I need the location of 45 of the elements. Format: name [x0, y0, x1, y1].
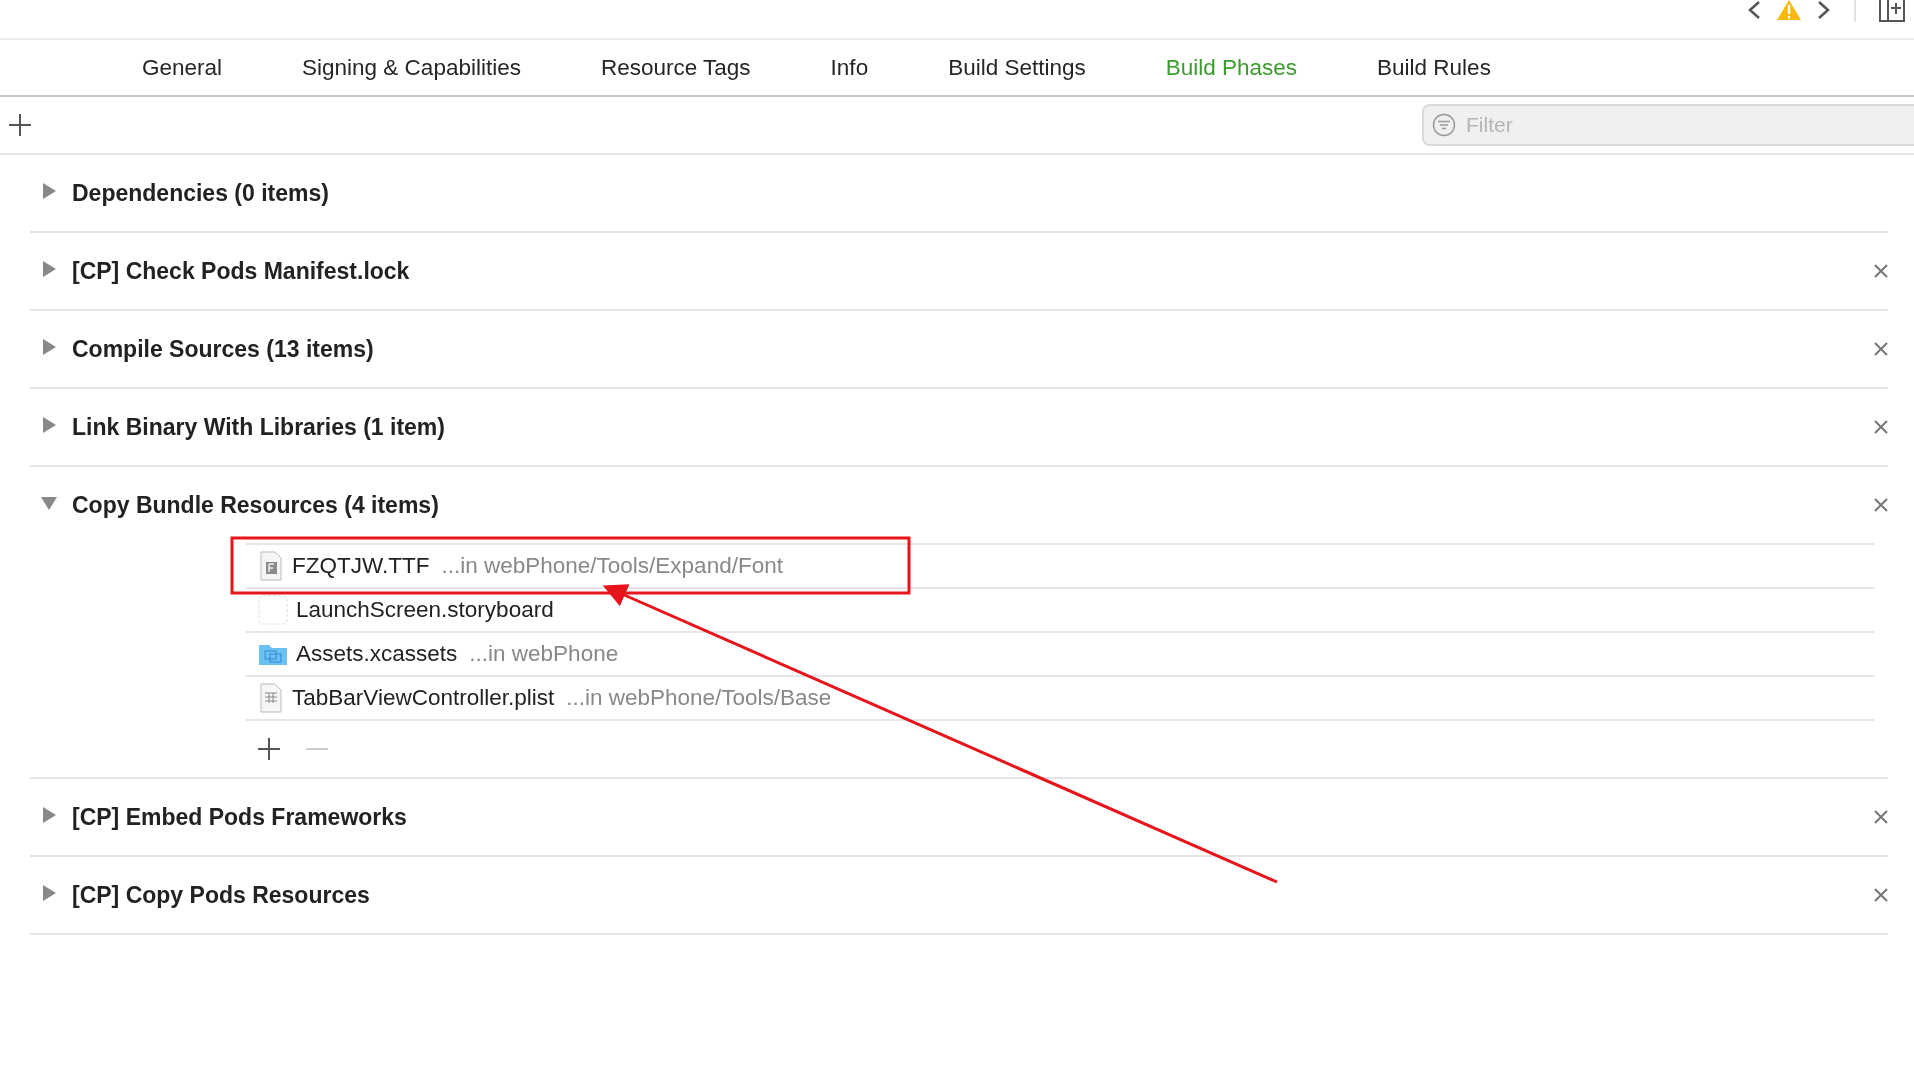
expand-triangle-icon[interactable] [40, 806, 58, 824]
close-button[interactable] [1874, 888, 1888, 902]
close-button[interactable] [1874, 420, 1888, 434]
phase-title: Dependencies (0 items) [72, 179, 330, 207]
font-file-icon [258, 551, 284, 581]
phase-title: Link Binary With Libraries (1 item) [72, 413, 446, 441]
file-location: ...in webPhone/Tools/Expand/Font [441, 553, 783, 579]
close-button[interactable] [1874, 810, 1888, 824]
tab[interactable]: General [142, 54, 223, 81]
tab[interactable]: Resource Tags [600, 54, 751, 81]
phase-title: [CP] Embed Pods Frameworks [72, 803, 408, 831]
add-editor-icon[interactable] [1878, 0, 1906, 22]
tab[interactable]: Build Rules [1377, 54, 1491, 81]
file-location: ...in webPhone [469, 641, 619, 667]
filter-icon [1432, 113, 1456, 137]
file-name: FZQTJW.TTF [292, 553, 430, 579]
filter-field[interactable]: Filter [1422, 104, 1914, 146]
phase-title: Copy Bundle Resources (4 items) [72, 491, 440, 519]
blank-file-icon [258, 595, 288, 625]
expand-triangle-icon[interactable] [40, 182, 58, 200]
forward-chevron-icon[interactable] [1816, 0, 1832, 22]
expand-triangle-icon[interactable] [40, 416, 58, 434]
expand-triangle-icon[interactable] [40, 338, 58, 356]
phase-title: [CP] Check Pods Manifest.lock [72, 257, 411, 285]
file-location: ...in webPhone/Tools/Base [566, 685, 832, 711]
tab[interactable]: Info [830, 54, 869, 81]
tab[interactable]: Build Phases [1165, 54, 1298, 81]
back-chevron-icon[interactable] [1746, 0, 1762, 22]
folder-icon [258, 642, 288, 666]
phase-title: Compile Sources (13 items) [72, 335, 375, 363]
expand-triangle-icon[interactable] [40, 884, 58, 902]
collapse-triangle-icon[interactable] [40, 494, 58, 512]
file-name: Assets.xcassets [296, 641, 458, 667]
add-file-button[interactable] [258, 738, 280, 760]
close-button[interactable] [1874, 264, 1888, 278]
phase-title: [CP] Copy Pods Resources [72, 881, 371, 909]
tab[interactable]: Build Settings [948, 54, 1086, 81]
close-button[interactable] [1874, 498, 1888, 512]
expand-triangle-icon[interactable] [40, 260, 58, 278]
close-button[interactable] [1874, 342, 1888, 356]
plist-file-icon [258, 683, 284, 713]
tab[interactable]: Signing & Capabilities [302, 54, 521, 81]
file-name: LaunchScreen.storyboard [296, 597, 554, 623]
add-phase-button[interactable] [8, 113, 32, 137]
file-name: TabBarViewController.plist [292, 685, 555, 711]
